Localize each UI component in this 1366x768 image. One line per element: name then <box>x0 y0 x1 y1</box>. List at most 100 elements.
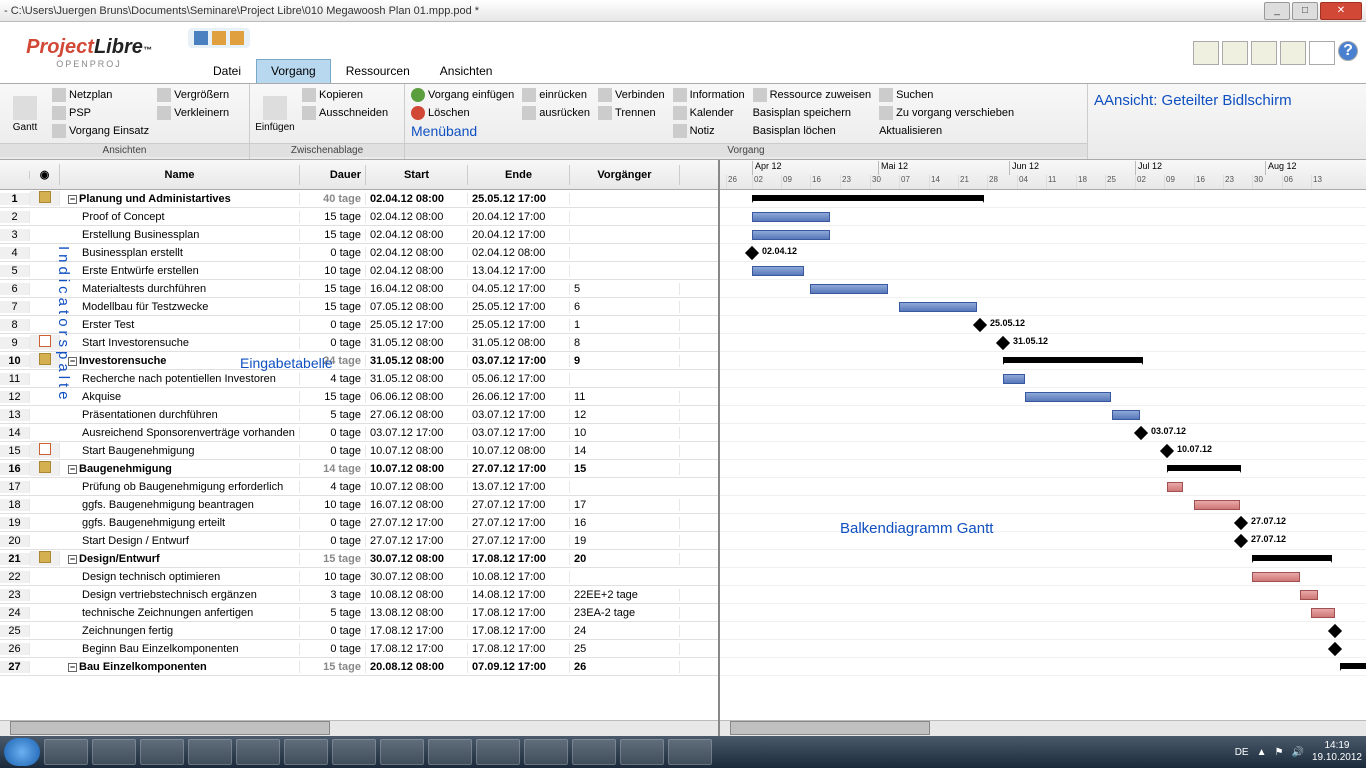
gantt-row[interactable]: 27.07.12 <box>720 532 1366 550</box>
cell-vorgaenger[interactable]: 19 <box>570 535 680 547</box>
gantt-row[interactable] <box>720 658 1366 676</box>
delete-task-button[interactable]: Löschen <box>411 104 514 121</box>
row-number[interactable]: 18 <box>0 499 30 511</box>
note-button[interactable]: Notiz <box>673 122 745 139</box>
information-button[interactable]: Information <box>673 86 745 103</box>
table-row[interactable]: 27−Bau Einzelkomponenten15 tage20.08.12 … <box>0 658 718 676</box>
cell-ende[interactable]: 20.04.12 17:00 <box>468 211 570 223</box>
paste-button[interactable]: Einfügen <box>256 86 294 143</box>
table-row[interactable]: 14Ausreichend Sponsorenverträge vorhande… <box>0 424 718 442</box>
cell-start[interactable]: 07.05.12 08:00 <box>366 301 468 313</box>
milestone-marker[interactable] <box>1234 516 1248 530</box>
cell-name[interactable]: Businessplan erstellt <box>60 247 300 259</box>
view-icon-4[interactable] <box>1280 41 1306 65</box>
cell-start[interactable]: 20.08.12 08:00 <box>366 661 468 673</box>
milestone-marker[interactable] <box>745 246 759 260</box>
summary-bar[interactable] <box>752 195 984 201</box>
vorgang-einsatz-button[interactable]: Vorgang Einsatz <box>52 122 149 139</box>
row-number[interactable]: 24 <box>0 607 30 619</box>
table-row[interactable]: 6Materialtests durchführen15 tage16.04.1… <box>0 280 718 298</box>
cell-dauer[interactable]: 15 tage <box>300 211 366 223</box>
cell-ende[interactable]: 26.06.12 17:00 <box>468 391 570 403</box>
calendar-button[interactable]: Kalender <box>673 104 745 121</box>
row-number[interactable]: 13 <box>0 409 30 421</box>
cell-name[interactable]: Beginn Bau Einzelkomponenten <box>60 643 300 655</box>
cell-vorgaenger[interactable]: 12 <box>570 409 680 421</box>
cell-start[interactable]: 30.07.12 08:00 <box>366 571 468 583</box>
gantt-row[interactable] <box>720 586 1366 604</box>
row-number[interactable]: 21 <box>0 553 30 565</box>
task-bar[interactable] <box>1112 410 1140 420</box>
cell-ende[interactable]: 13.04.12 17:00 <box>468 265 570 277</box>
row-number[interactable]: 25 <box>0 625 30 637</box>
cell-name[interactable]: Recherche nach potentiellen Investoren <box>60 373 300 385</box>
cell-start[interactable]: 27.06.12 08:00 <box>366 409 468 421</box>
cell-name[interactable]: −Baugenehmigung <box>60 463 300 475</box>
cell-dauer[interactable]: 15 tage <box>300 661 366 673</box>
milestone-marker[interactable] <box>996 336 1010 350</box>
row-number[interactable]: 23 <box>0 589 30 601</box>
cell-start[interactable]: 10.07.12 08:00 <box>366 445 468 457</box>
taskbar-item[interactable] <box>524 739 568 765</box>
netzplan-button[interactable]: Netzplan <box>52 86 149 103</box>
gantt-row[interactable] <box>720 262 1366 280</box>
cell-start[interactable]: 02.04.12 08:00 <box>366 265 468 277</box>
cell-vorgaenger[interactable]: 25 <box>570 643 680 655</box>
gantt-row[interactable] <box>720 388 1366 406</box>
row-number[interactable]: 5 <box>0 265 30 277</box>
cell-name[interactable]: Prüfung ob Baugenehmigung erforderlich <box>60 481 300 493</box>
save-icon[interactable] <box>194 31 208 45</box>
gantt-body[interactable]: 02.04.1225.05.1231.05.1203.07.1210.07.12… <box>720 190 1366 720</box>
cell-ende[interactable]: 17.08.12 17:00 <box>468 553 570 565</box>
cell-dauer[interactable]: 0 tage <box>300 643 366 655</box>
cell-name[interactable]: Ausreichend Sponsorenverträge vorhanden <box>60 427 300 439</box>
cell-start[interactable]: 31.05.12 08:00 <box>366 337 468 349</box>
taskbar-item[interactable] <box>44 739 88 765</box>
table-row[interactable]: 4Businessplan erstellt0 tage02.04.12 08:… <box>0 244 718 262</box>
taskbar-item[interactable] <box>572 739 616 765</box>
insert-task-button[interactable]: Vorgang einfügen <box>411 86 514 103</box>
taskbar-item[interactable] <box>236 739 280 765</box>
col-start[interactable]: Start <box>366 165 468 185</box>
gantt-row[interactable]: 25.05.12 <box>720 316 1366 334</box>
view-icon-2[interactable] <box>1222 41 1248 65</box>
cell-dauer[interactable]: 4 tage <box>300 481 366 493</box>
row-number[interactable]: 10 <box>0 355 30 367</box>
cell-vorgaenger[interactable]: 1 <box>570 319 680 331</box>
cell-start[interactable]: 02.04.12 08:00 <box>366 193 468 205</box>
table-row[interactable]: 10−Investorensuche24 tage31.05.12 08:000… <box>0 352 718 370</box>
cell-start[interactable]: 10.07.12 08:00 <box>366 463 468 475</box>
row-number[interactable]: 16 <box>0 463 30 475</box>
cell-dauer[interactable]: 10 tage <box>300 499 366 511</box>
taskbar-item[interactable] <box>140 739 184 765</box>
milestone-marker[interactable] <box>1328 642 1342 656</box>
gantt-row[interactable] <box>720 622 1366 640</box>
task-bar[interactable] <box>752 212 830 222</box>
table-row[interactable]: 2Proof of Concept15 tage02.04.12 08:0020… <box>0 208 718 226</box>
gantt-row[interactable] <box>720 298 1366 316</box>
task-bar[interactable] <box>752 266 804 276</box>
cell-name[interactable]: Präsentationen durchführen <box>60 409 300 421</box>
table-row[interactable]: 5Erste Entwürfe erstellen10 tage02.04.12… <box>0 262 718 280</box>
cell-dauer[interactable]: 0 tage <box>300 337 366 349</box>
table-row[interactable]: 7Modellbau für Testzwecke15 tage07.05.12… <box>0 298 718 316</box>
row-number[interactable]: 7 <box>0 301 30 313</box>
cell-dauer[interactable]: 10 tage <box>300 571 366 583</box>
tab-ressourcen[interactable]: Ressourcen <box>331 59 425 83</box>
cell-dauer[interactable]: 14 tage <box>300 463 366 475</box>
cell-dauer[interactable]: 15 tage <box>300 391 366 403</box>
cell-name[interactable]: Start Investorensuche <box>60 337 300 349</box>
zoom-out-button[interactable]: Verkleinern <box>157 104 229 121</box>
table-row[interactable]: 24technische Zeichnungen anfertigen5 tag… <box>0 604 718 622</box>
cell-vorgaenger[interactable]: 26 <box>570 661 680 673</box>
cell-vorgaenger[interactable]: 9 <box>570 355 680 367</box>
scroll-to-task-button[interactable]: Zu vorgang verschieben <box>879 104 1014 121</box>
task-bar[interactable] <box>899 302 977 312</box>
cell-ende[interactable]: 17.08.12 17:00 <box>468 643 570 655</box>
cell-ende[interactable]: 25.05.12 17:00 <box>468 301 570 313</box>
table-row[interactable]: 19ggfs. Baugenehmigung erteilt0 tage27.0… <box>0 514 718 532</box>
table-row[interactable]: 21−Design/Entwurf15 tage30.07.12 08:0017… <box>0 550 718 568</box>
cell-start[interactable]: 31.05.12 08:00 <box>366 355 468 367</box>
cell-ende[interactable]: 25.05.12 17:00 <box>468 193 570 205</box>
cell-name[interactable]: Design vertriebstechnisch ergänzen <box>60 589 300 601</box>
